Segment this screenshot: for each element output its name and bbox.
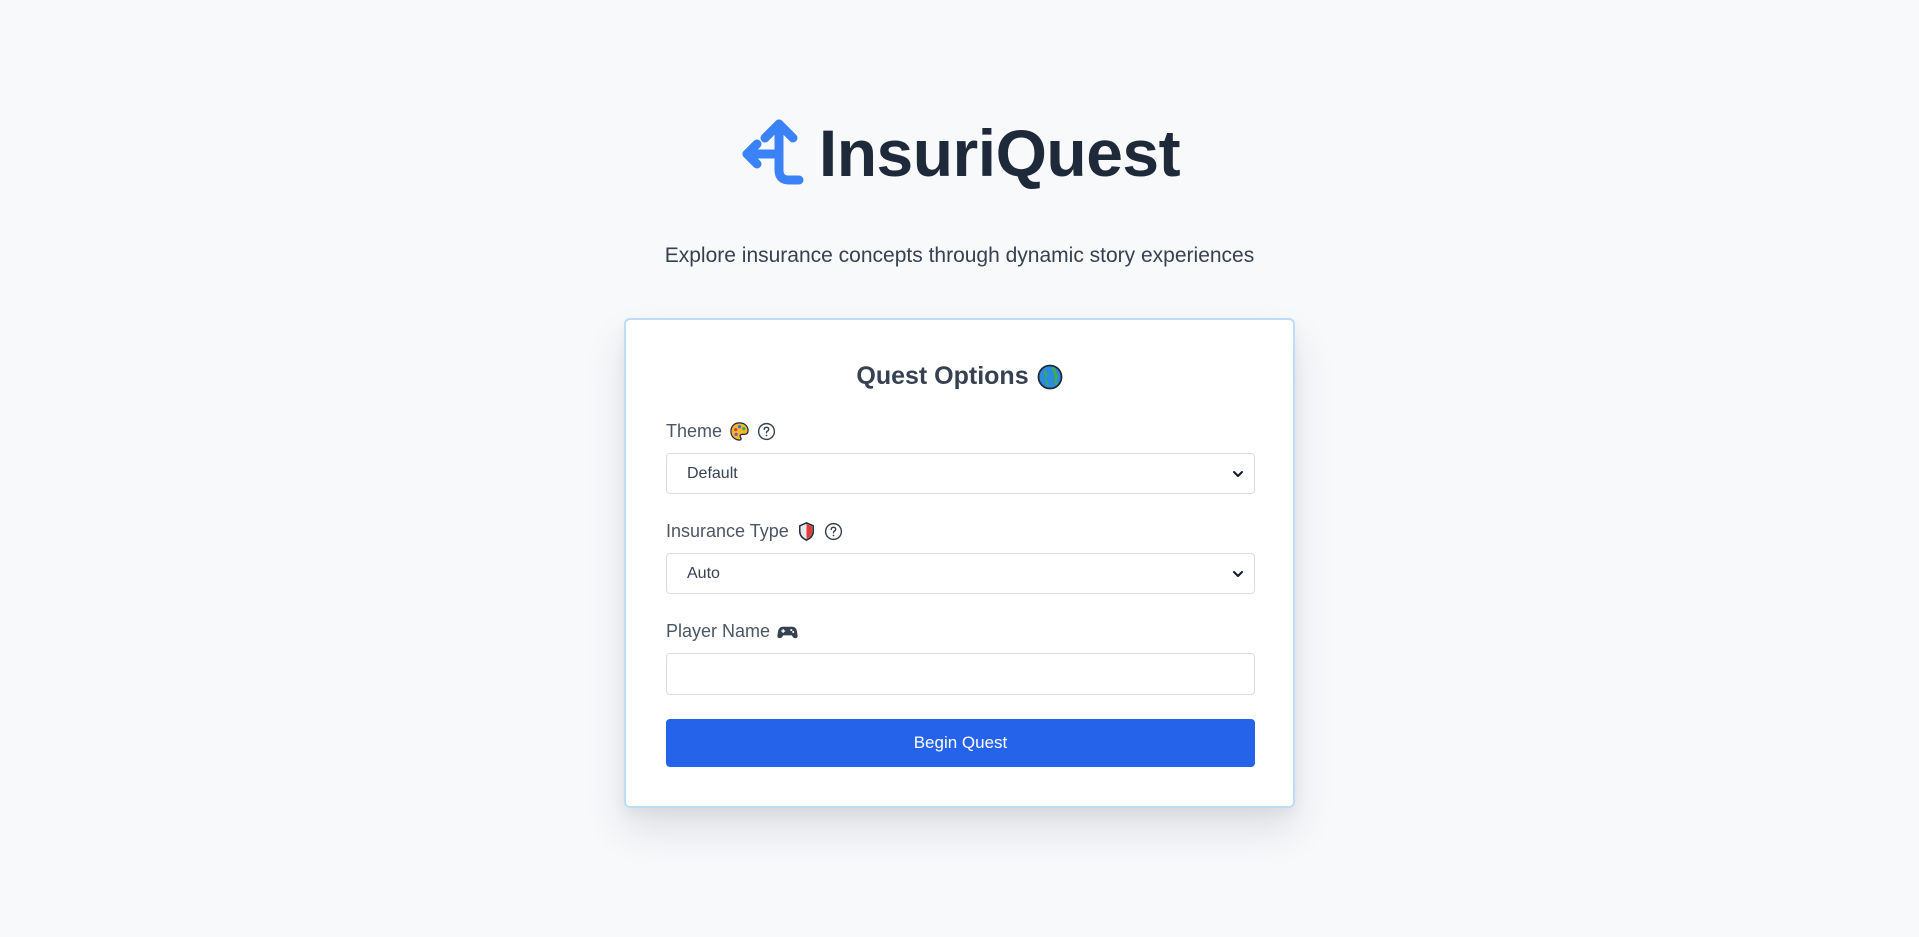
- insurance-type-label-text: Insurance Type: [666, 521, 789, 541]
- shield-icon: [798, 522, 814, 541]
- insurance-type-label: Insurance Type: [666, 521, 843, 542]
- theme-help-icon[interactable]: [757, 422, 776, 441]
- player-name-label-text: Player Name: [666, 621, 771, 641]
- player-name-input[interactable]: [666, 653, 1255, 695]
- globe-icon: [1037, 364, 1062, 389]
- card-title-text: Quest Options: [856, 362, 1029, 390]
- chevron-down-icon: [1233, 571, 1243, 577]
- insurance-type-select[interactable]: Auto: [666, 553, 1255, 594]
- palette-icon: [730, 422, 749, 441]
- insurance-type-select-value: Auto: [687, 564, 720, 582]
- theme-select[interactable]: Default: [666, 453, 1255, 494]
- gamepad-icon: [777, 626, 798, 639]
- insurance-type-help-icon[interactable]: [824, 522, 843, 541]
- quest-options-card: Quest Options Theme Default Insurance Ty…: [624, 318, 1295, 808]
- theme-select-value: Default: [687, 464, 738, 482]
- split-arrow-icon: [742, 119, 804, 185]
- player-name-label: Player Name: [666, 621, 798, 642]
- begin-quest-button[interactable]: Begin Quest: [666, 719, 1255, 767]
- chevron-down-icon: [1233, 471, 1243, 477]
- theme-label: Theme: [666, 421, 776, 442]
- brand-header: InsuriQuest: [0, 118, 1919, 188]
- app-title: InsuriQuest: [818, 116, 1181, 190]
- page: InsuriQuest Explore insurance concepts t…: [0, 0, 1919, 937]
- theme-label-text: Theme: [666, 421, 723, 441]
- tagline: Explore insurance concepts through dynam…: [664, 244, 1255, 267]
- card-title: Quest Options: [626, 362, 1293, 391]
